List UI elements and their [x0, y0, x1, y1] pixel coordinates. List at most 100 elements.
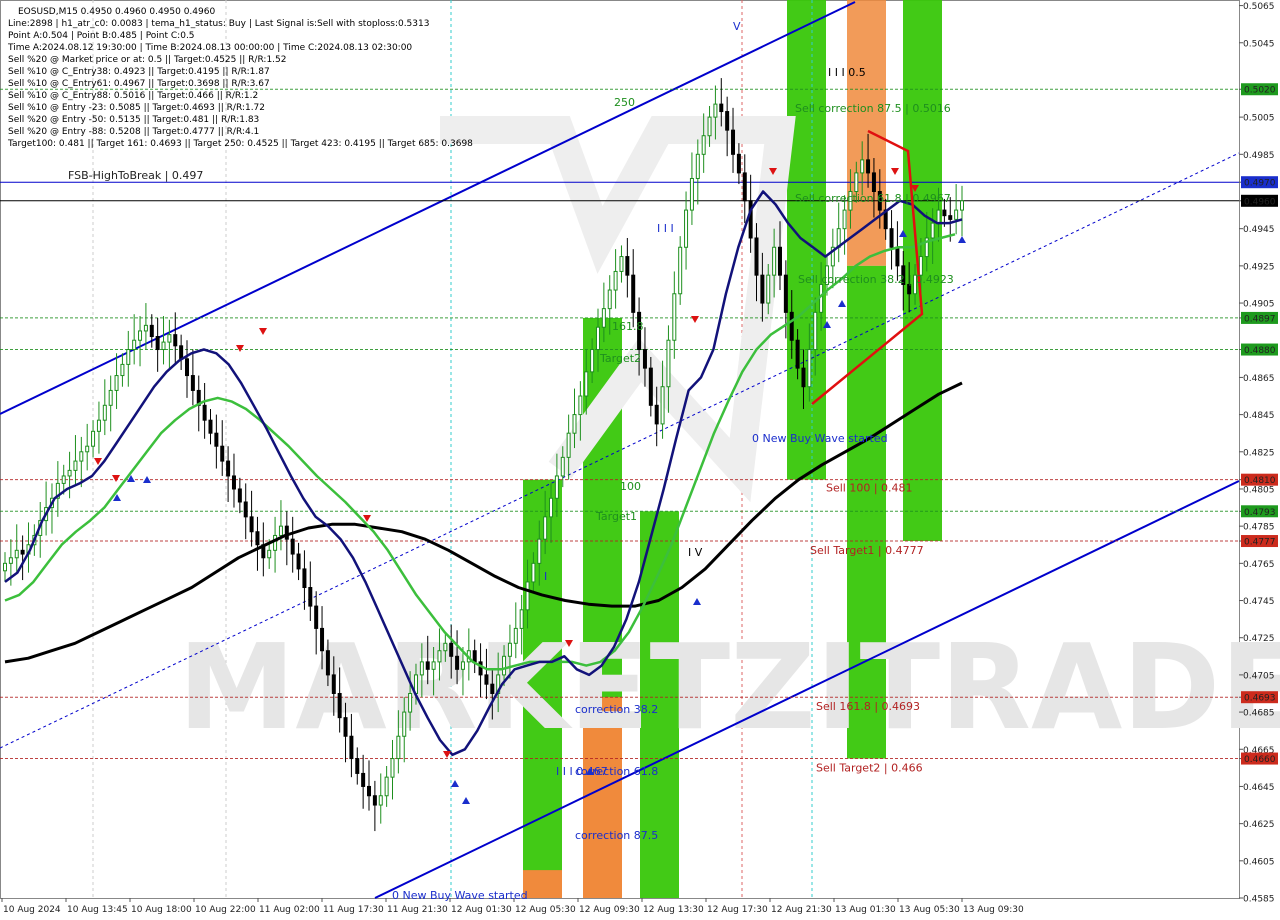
- candle: [731, 129, 736, 155]
- x-tick-label: 10 Aug 2024: [3, 905, 61, 915]
- candle: [842, 209, 847, 230]
- price-tag-label: 0.4960: [1244, 197, 1276, 207]
- candle: [161, 341, 166, 351]
- wave-annotation: 100: [620, 480, 641, 493]
- candle: [860, 159, 865, 174]
- candle: [408, 692, 413, 713]
- candle: [126, 349, 131, 365]
- candle: [613, 270, 618, 291]
- candle: [695, 153, 700, 179]
- candle: [361, 772, 366, 787]
- candle: [390, 758, 395, 778]
- candle: [484, 674, 489, 685]
- x-tick-label: 10 Aug 18:00: [131, 905, 192, 915]
- candle: [179, 345, 184, 360]
- y-tick-label: 0.4765: [1243, 560, 1275, 570]
- candle: [120, 363, 125, 377]
- candle: [854, 172, 859, 192]
- y-tick-label: 0.4705: [1243, 671, 1275, 681]
- candle: [96, 419, 101, 432]
- candle: [707, 116, 712, 137]
- candle: [625, 256, 630, 276]
- candle: [678, 246, 683, 295]
- candle: [190, 375, 195, 391]
- wave-annotation: I I I: [657, 222, 674, 235]
- candle: [513, 627, 518, 644]
- x-tick-label: 10 Aug 22:00: [195, 905, 256, 915]
- candle: [367, 785, 372, 797]
- candle: [684, 209, 689, 248]
- wave-annotation: V: [733, 20, 741, 33]
- x-tick-label: 11 Aug 17:30: [323, 905, 384, 915]
- price-tag-label: 0.4880: [1244, 346, 1276, 356]
- y-tick-label: 0.4945: [1243, 225, 1275, 235]
- candle: [777, 246, 782, 276]
- candle: [719, 103, 724, 113]
- candle: [654, 404, 659, 425]
- info-line: Sell %20 @ Entry -88: 0.5208 || Target:0…: [8, 127, 259, 137]
- info-line: Time A:2024.08.12 19:30:00 | Time B:2024…: [7, 43, 412, 53]
- price-chart[interactable]: MARKETZITRADE FSB-HighToBreak | 0.497 Sel…: [0, 0, 1280, 920]
- candle: [560, 456, 565, 477]
- x-tick-label: 10 Aug 13:45: [67, 905, 128, 915]
- y-tick-label: 0.4925: [1243, 262, 1275, 272]
- candle: [402, 711, 407, 737]
- x-tick-label: 13 Aug 05:30: [899, 905, 960, 915]
- candle: [149, 324, 154, 338]
- wave-annotation: Target2: [599, 352, 641, 365]
- candle: [214, 432, 219, 447]
- y-tick-label: 0.4605: [1243, 857, 1275, 867]
- candle: [590, 349, 595, 373]
- candle: [601, 308, 606, 328]
- wave-annotation: I V: [688, 546, 703, 559]
- wave-annotation: Sell correction 38.2 | 0.4923: [798, 273, 954, 286]
- candle: [138, 330, 143, 341]
- candle: [396, 735, 401, 760]
- candle: [642, 349, 647, 369]
- info-line: Sell %10 @ C_Entry61: 0.4967 || Target:0…: [8, 79, 270, 89]
- candle: [648, 367, 653, 406]
- info-line: Sell %20 @ Market price or at: 0.5 || Ta…: [8, 55, 287, 65]
- candle: [231, 475, 236, 490]
- candle: [349, 735, 354, 760]
- candle: [736, 153, 741, 174]
- candle: [308, 587, 313, 607]
- candle: [449, 642, 454, 657]
- info-line: Line:2898 | h1_atr_c0: 0.0083 | tema_h1_…: [8, 19, 429, 29]
- y-tick-label: 0.5005: [1243, 114, 1275, 124]
- candle: [701, 135, 706, 155]
- candle: [132, 339, 137, 351]
- candle: [631, 274, 636, 313]
- candle: [167, 334, 172, 343]
- candle: [807, 349, 812, 388]
- candle: [789, 311, 794, 341]
- y-tick-label: 0.5045: [1243, 39, 1275, 49]
- y-tick-label: 0.4905: [1243, 300, 1275, 310]
- candle: [619, 256, 624, 272]
- candle: [666, 339, 671, 388]
- chart-window: MARKETZITRADE FSB-HighToBreak | 0.497 Sel…: [0, 0, 1280, 920]
- candle: [185, 358, 190, 377]
- candle: [713, 103, 718, 118]
- candle: [67, 469, 72, 477]
- y-tick-label: 0.4805: [1243, 485, 1275, 495]
- candle: [954, 209, 959, 220]
- candle: [243, 501, 248, 518]
- candle: [284, 525, 289, 540]
- price-tag-label: 0.4777: [1244, 538, 1276, 548]
- y-tick-label: 0.5065: [1243, 2, 1275, 12]
- candle: [772, 246, 777, 276]
- candle: [419, 661, 424, 676]
- wave-annotation: correction 38.2: [575, 703, 658, 716]
- y-tick-label: 0.4685: [1243, 709, 1275, 719]
- candle: [595, 326, 600, 351]
- wave-annotation: correction 87.5: [575, 829, 658, 842]
- price-tag-label: 0.4897: [1244, 314, 1276, 324]
- candle: [314, 605, 319, 629]
- y-tick-label: 0.4645: [1243, 783, 1275, 793]
- candle: [566, 432, 571, 458]
- candle: [226, 460, 231, 477]
- candle: [672, 293, 677, 341]
- y-tick-label: 0.4825: [1243, 448, 1275, 458]
- candle: [455, 655, 460, 670]
